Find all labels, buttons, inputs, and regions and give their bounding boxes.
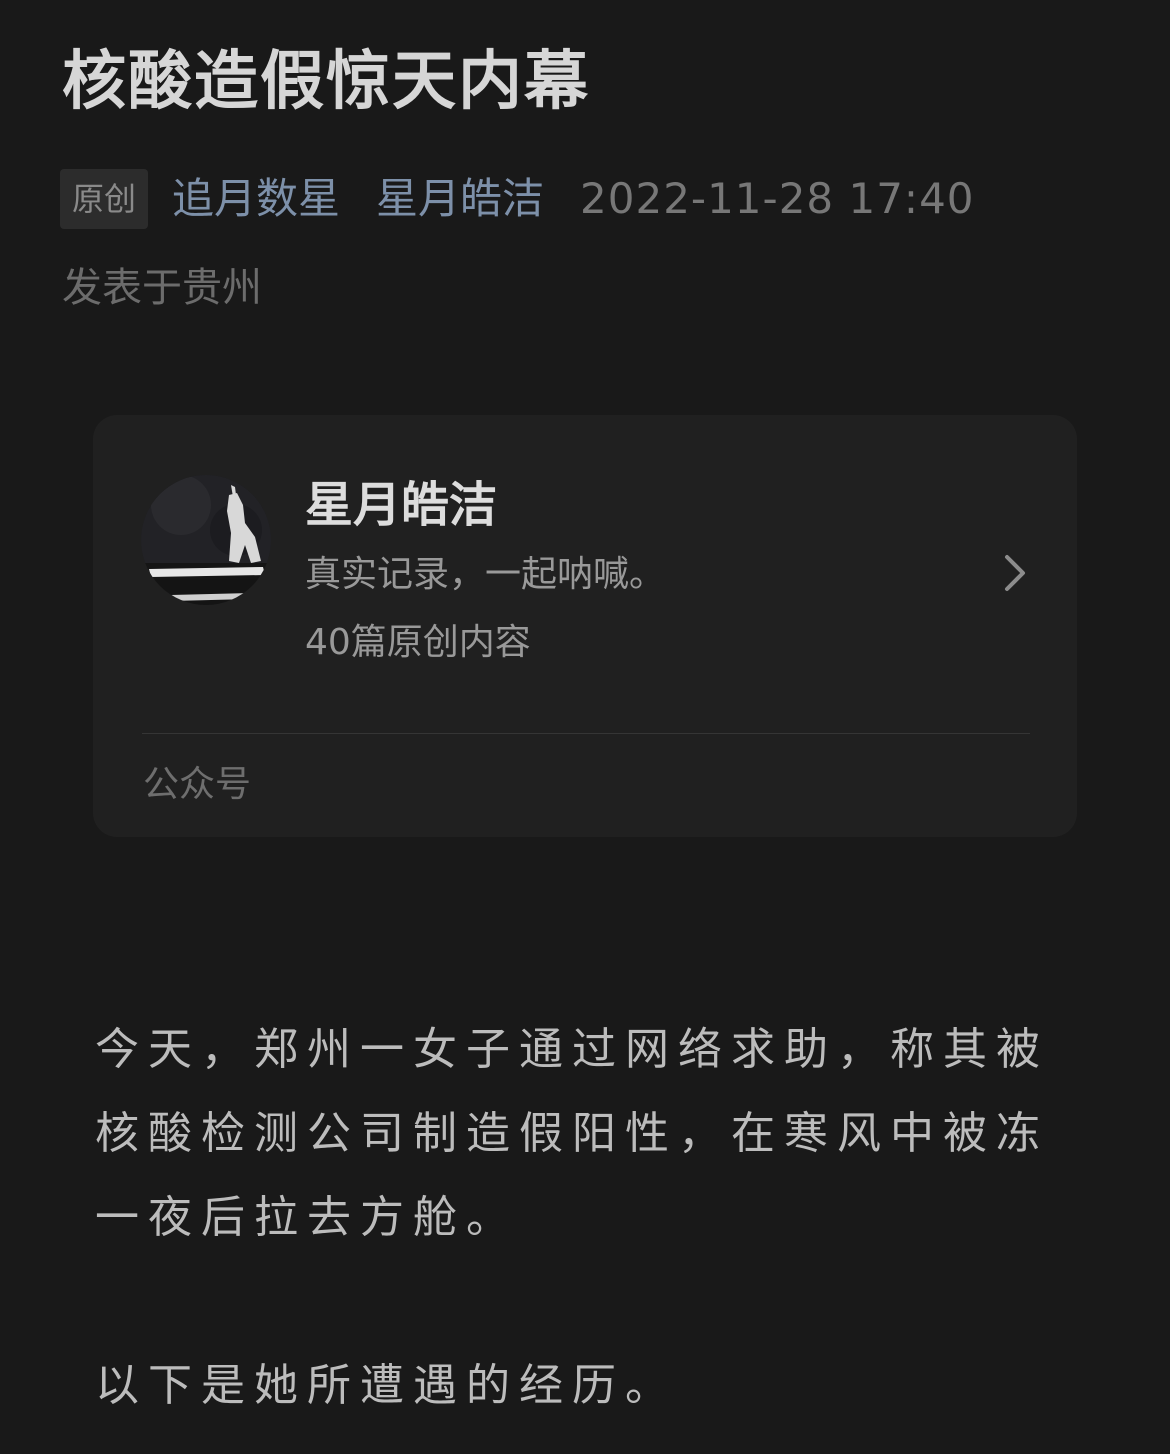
card-divider [142,733,1030,734]
article-title: 核酸造假惊天内幕 [62,45,590,119]
original-badge: 原创 [60,169,149,229]
publish-location: 发表于贵州 [62,265,262,311]
account-avatar [141,475,271,605]
account-card[interactable]: 星月皓洁 真实记录，一起呐喊。 40篇原创内容 公众号 [93,415,1077,837]
official-account-label: 公众号 [143,764,252,805]
author-link[interactable]: 追月数星 [172,169,340,229]
account-description: 真实记录，一起呐喊。 [305,554,666,595]
avatar-image [141,475,271,605]
article-meta: 原创 追月数星 星月皓洁 2022-11-28 17:40 [60,168,975,230]
publish-datetime: 2022-11-28 17:40 [580,174,975,223]
body-paragraph: 以下是她所遭遇的经历。 [95,1360,678,1411]
original-count: 40篇原创内容 [305,622,531,663]
account-link[interactable]: 星月皓洁 [376,169,544,229]
body-paragraph: 今天，郑州一女子通过网络求助，称其被核酸检测公司制造假阳性，在寒风中被冻一夜后拉… [95,1024,1049,1243]
account-name: 星月皓洁 [305,477,498,533]
chevron-right-icon[interactable] [999,553,1031,593]
